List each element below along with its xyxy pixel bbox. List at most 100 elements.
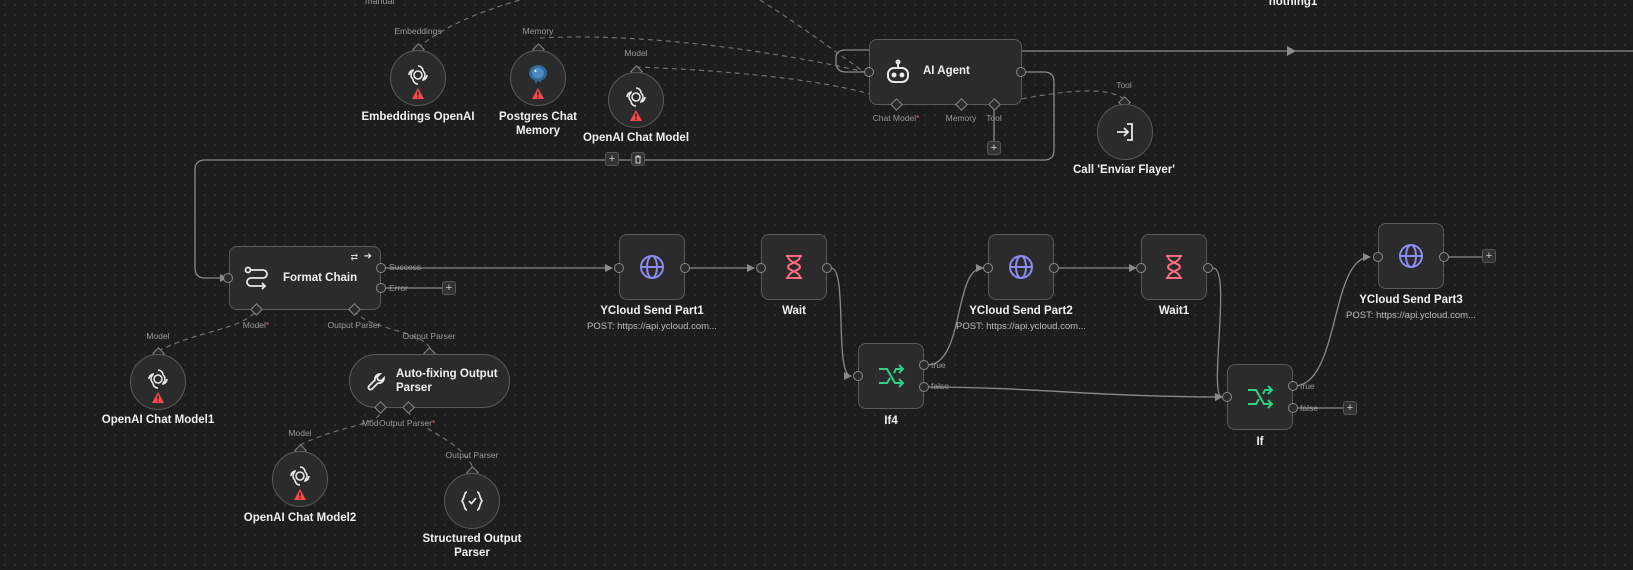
ycloud1-output-port[interactable] bbox=[680, 263, 690, 273]
autofix-output-parser-label: Output Parser* bbox=[379, 418, 436, 428]
openai-icon bbox=[288, 464, 312, 488]
required-marker: * bbox=[265, 320, 270, 330]
warning-icon bbox=[630, 110, 642, 121]
wait1-node[interactable] bbox=[1141, 234, 1207, 300]
ai-agent-input-port[interactable] bbox=[864, 67, 874, 77]
if-input-port[interactable] bbox=[1222, 392, 1232, 402]
warning-icon bbox=[152, 392, 164, 403]
format-chain-success-label: Success bbox=[389, 262, 422, 272]
format-chain-error-port[interactable] bbox=[376, 283, 386, 293]
wait-output-port[interactable] bbox=[822, 263, 832, 273]
globe-icon bbox=[638, 253, 666, 281]
structured-port-label: Output Parser bbox=[445, 450, 499, 460]
ycloud-send-part1-subtitle: POST: https://api.ycloud.com... bbox=[587, 321, 717, 332]
wait1-input-port[interactable] bbox=[1136, 263, 1146, 273]
ycloud-send-part3-subtitle: POST: https://api.ycloud.com... bbox=[1346, 310, 1476, 321]
edge-delete-button[interactable] bbox=[631, 152, 645, 166]
wait1-title: Wait1 bbox=[1158, 305, 1190, 317]
if4-title: If4 bbox=[884, 415, 898, 427]
ycloud2-output-port[interactable] bbox=[1049, 263, 1059, 273]
postgres-elephant-icon bbox=[526, 62, 550, 86]
ycloud-send-part2-title: YCloud Send Part2 bbox=[969, 305, 1073, 317]
ai-agent-chat-model-label: Chat Model* bbox=[873, 113, 920, 123]
embeddings-openai-title: Embeddings OpenAI bbox=[361, 111, 475, 123]
ai-agent-tool-label: Tool bbox=[986, 113, 1002, 123]
warning-icon bbox=[532, 88, 544, 99]
if-true-port[interactable] bbox=[1288, 381, 1298, 391]
if4-false-port[interactable] bbox=[919, 382, 929, 392]
sign-in-arrow-icon bbox=[1114, 121, 1136, 143]
retry-icon: ⇄ bbox=[350, 252, 358, 262]
openai-icon bbox=[624, 85, 648, 109]
postgres-title-line2: Memory bbox=[515, 125, 561, 137]
format-chain-error-label: Error bbox=[389, 283, 408, 293]
if-false-label: false bbox=[1300, 403, 1318, 413]
postgres-port-label: Memory bbox=[522, 26, 554, 36]
model-text: Model bbox=[242, 320, 266, 330]
warning-icon bbox=[412, 88, 424, 99]
ycloud-send-part3-title: YCloud Send Part3 bbox=[1359, 294, 1463, 306]
openai-icon bbox=[406, 63, 430, 87]
execute-arrow-icon: ➜ bbox=[363, 251, 372, 262]
manual-label: manual bbox=[365, 0, 395, 6]
ai-agent-tool-add-button[interactable]: + bbox=[987, 141, 1001, 155]
trash-icon bbox=[635, 155, 641, 164]
structured-output-parser-node[interactable] bbox=[444, 473, 500, 529]
if-true-label: true bbox=[1300, 381, 1315, 391]
route-chain-icon bbox=[243, 266, 271, 292]
ycloud-send-part3-node[interactable] bbox=[1378, 223, 1444, 289]
wrench-icon bbox=[366, 371, 388, 393]
branch-split-icon bbox=[1246, 384, 1274, 410]
format-chain-input-port[interactable] bbox=[223, 273, 233, 283]
if4-node[interactable] bbox=[858, 343, 924, 409]
postgres-chat-memory-node[interactable] bbox=[510, 50, 566, 106]
chat-model-text: Chat Model bbox=[872, 113, 917, 123]
postgres-chat-memory-title: Postgres Chat Memory bbox=[499, 110, 577, 138]
edge-wait-if4 bbox=[830, 267, 852, 380]
openai-chat-model2-node[interactable] bbox=[272, 451, 328, 507]
if4-true-port[interactable] bbox=[919, 360, 929, 370]
globe-icon bbox=[1397, 242, 1425, 270]
ycloud3-add-button[interactable]: + bbox=[1482, 249, 1496, 263]
edge-if-true-ycloud3 bbox=[1293, 253, 1371, 387]
ai-agent-output-port[interactable] bbox=[1016, 67, 1026, 77]
required-marker: * bbox=[916, 113, 920, 123]
autofix-title: Auto-fixing Output Parser bbox=[396, 367, 498, 395]
format-chain-title: Format Chain bbox=[283, 272, 358, 284]
wait-input-port[interactable] bbox=[756, 263, 766, 273]
embeddings-openai-node[interactable] bbox=[390, 50, 446, 106]
format-chain-model-label: Model* bbox=[243, 320, 269, 330]
if-false-add-button[interactable]: + bbox=[1343, 401, 1357, 415]
structured-title-line2: Parser bbox=[454, 547, 490, 559]
openai-chat-model1-node[interactable] bbox=[130, 354, 186, 410]
ycloud-send-part1-title: YCloud Send Part1 bbox=[600, 305, 704, 317]
ai-agent-node[interactable]: AI Agent bbox=[869, 39, 1022, 105]
edge-add-button[interactable]: + bbox=[605, 152, 619, 166]
openai-chat-model1-title: OpenAI Chat Model1 bbox=[101, 414, 215, 426]
ycloud-send-part2-node[interactable] bbox=[988, 234, 1054, 300]
wait1-output-port[interactable] bbox=[1203, 263, 1213, 273]
ycloud3-output-port[interactable] bbox=[1439, 252, 1449, 262]
ycloud3-input-port[interactable] bbox=[1373, 252, 1383, 262]
wait-node[interactable] bbox=[761, 234, 827, 300]
openai-chat-model1-port-label: Model bbox=[146, 331, 170, 341]
format-chain-node[interactable]: Format Chain ⇄ ➜ bbox=[229, 246, 381, 310]
ycloud-send-part1-node[interactable] bbox=[619, 234, 685, 300]
if4-input-port[interactable] bbox=[853, 371, 863, 381]
embeddings-port-label: Embeddings bbox=[394, 26, 442, 36]
autofixing-output-parser-node[interactable]: Auto-fixing Output Parser bbox=[349, 354, 510, 408]
structured-title-line1: Structured Output bbox=[422, 533, 522, 545]
if-node[interactable] bbox=[1227, 364, 1293, 430]
structured-output-parser-title: Structured Output Parser bbox=[422, 532, 521, 560]
format-chain-success-port[interactable] bbox=[376, 263, 386, 273]
required-marker: * bbox=[431, 418, 436, 428]
if-false-port[interactable] bbox=[1288, 403, 1298, 413]
globe-icon bbox=[1007, 253, 1035, 281]
call-flayer-port-label: Tool bbox=[1116, 80, 1132, 90]
format-chain-error-add-button[interactable]: + bbox=[442, 281, 456, 295]
edge-model1-to-format bbox=[157, 310, 257, 352]
openai-chat-model-node[interactable] bbox=[608, 72, 664, 128]
ycloud1-input-port[interactable] bbox=[614, 263, 624, 273]
ycloud2-input-port[interactable] bbox=[983, 263, 993, 273]
call-enviar-flayer-node[interactable] bbox=[1097, 104, 1153, 160]
